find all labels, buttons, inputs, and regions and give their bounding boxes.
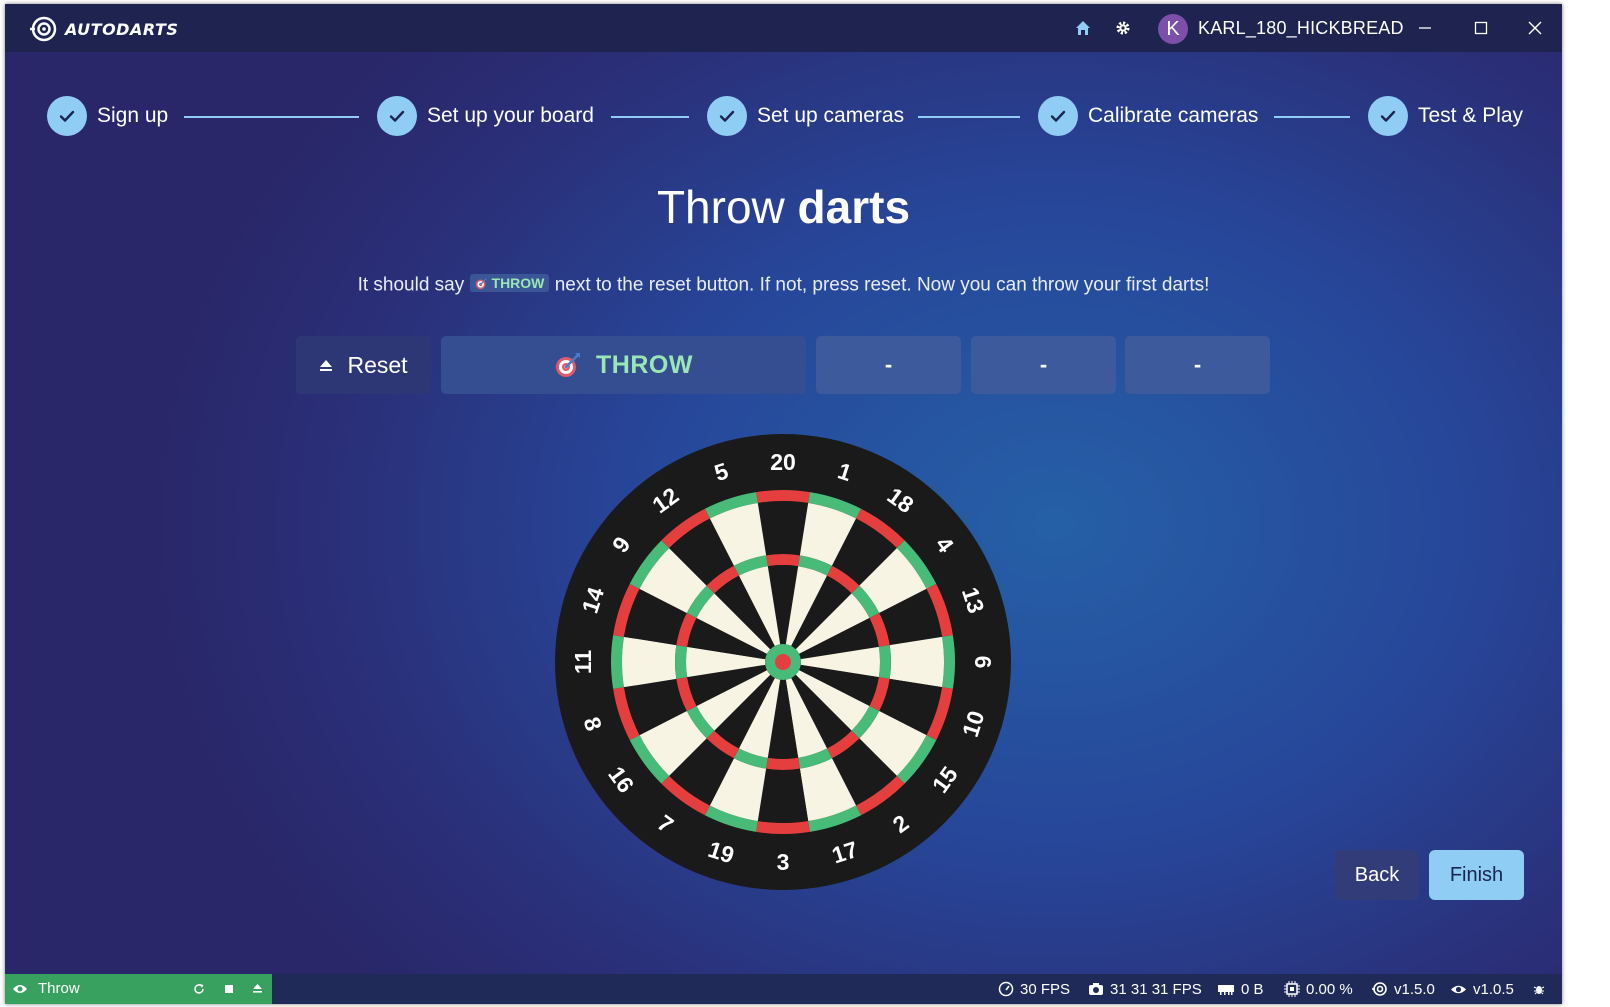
board-number: 3 xyxy=(777,849,790,875)
memory-indicator: 0 B xyxy=(1217,974,1264,1004)
vision-version: v1.0.5 xyxy=(1450,974,1514,1004)
instructions: It should say THROW next to the reset bu… xyxy=(5,274,1562,297)
eject-icon[interactable] xyxy=(252,983,263,994)
step-connector xyxy=(918,116,1020,118)
debug-button[interactable] xyxy=(1533,974,1545,1004)
vision-version-value: v1.0.5 xyxy=(1473,980,1514,998)
throw-status: THROW xyxy=(441,336,806,394)
setup-stepper: Sign up Set up your board Set up cameras… xyxy=(47,96,1527,136)
instructions-before: It should say xyxy=(357,274,470,296)
throw-chip: THROW xyxy=(469,274,550,292)
back-button[interactable]: Back xyxy=(1335,850,1419,900)
check-icon xyxy=(47,96,87,136)
triple-6[interactable] xyxy=(878,645,891,679)
bullseye[interactable] xyxy=(775,654,791,670)
dart-target-icon xyxy=(475,277,487,289)
step-test-play[interactable]: Test & Play xyxy=(1368,96,1523,136)
step-set-up-cameras[interactable]: Set up cameras xyxy=(707,96,904,136)
fps-indicator: 30 FPS xyxy=(998,974,1070,1004)
eye-icon xyxy=(1451,985,1466,993)
dart-slot-1[interactable]: - xyxy=(816,336,961,394)
reset-button[interactable]: Reset xyxy=(296,336,431,394)
maximize-button[interactable] xyxy=(1469,16,1493,40)
dart-slot-2[interactable]: - xyxy=(971,336,1116,394)
cpu-indicator: 0.00 % xyxy=(1284,974,1353,1004)
single-outer-6[interactable] xyxy=(889,636,944,688)
check-icon xyxy=(1368,96,1408,136)
stop-icon[interactable] xyxy=(224,984,234,994)
step-label: Set up cameras xyxy=(757,104,905,127)
close-icon xyxy=(1528,21,1542,35)
single-outer-11[interactable] xyxy=(622,636,677,688)
throw-chip-label: THROW xyxy=(491,275,545,291)
step-calibrate-cameras[interactable]: Calibrate cameras xyxy=(1038,96,1258,136)
speedometer-icon xyxy=(998,981,1014,997)
gear-icon xyxy=(1116,21,1130,35)
check-icon xyxy=(707,96,747,136)
reset-label: Reset xyxy=(347,351,408,378)
title-bar: AUTODARTS K KARL_180_HICKBREAD xyxy=(5,4,1562,52)
instructions-after: next to the reset button. If not, press … xyxy=(554,274,1210,296)
logo-text: AUTODARTS xyxy=(65,19,179,39)
camera-fps-value: 31 31 31 FPS xyxy=(1110,980,1202,998)
status-bar: Throw 30 FPS 31 31 31 FPS 0 B 0.00 % v1.… xyxy=(5,974,1562,1004)
board-number: 20 xyxy=(770,449,796,475)
step-connector xyxy=(184,116,359,118)
minimize-icon xyxy=(1419,27,1431,29)
avatar[interactable]: K xyxy=(1158,14,1188,44)
step-connector xyxy=(611,116,689,118)
step-sign-up[interactable]: Sign up xyxy=(47,96,168,136)
memory-value: 0 B xyxy=(1241,980,1264,998)
finish-button[interactable]: Finish xyxy=(1429,850,1524,900)
step-label: Calibrate cameras xyxy=(1088,104,1259,127)
check-icon xyxy=(1038,96,1078,136)
close-button[interactable] xyxy=(1523,16,1547,40)
autodarts-logo-icon xyxy=(1372,982,1387,996)
mode-indicator: Throw xyxy=(5,974,272,1004)
refresh-icon[interactable] xyxy=(193,983,205,995)
check-icon xyxy=(377,96,417,136)
throw-label: THROW xyxy=(596,350,693,379)
single-outer-3[interactable] xyxy=(757,768,809,823)
app-window: AUTODARTS K KARL_180_HICKBREAD Sign up S… xyxy=(5,4,1562,1004)
step-label: Test & Play xyxy=(1418,104,1524,127)
triple-20[interactable] xyxy=(766,554,800,567)
bug-icon xyxy=(1533,986,1545,995)
home-icon xyxy=(1076,21,1090,35)
triple-3[interactable] xyxy=(766,757,800,770)
eject-icon xyxy=(320,360,333,371)
camera-icon xyxy=(1089,983,1103,995)
step-set-up-board[interactable]: Set up your board xyxy=(377,96,594,136)
step-connector xyxy=(1274,116,1350,118)
dart-slot-3[interactable]: - xyxy=(1125,336,1270,394)
page-title-bold: darts xyxy=(797,181,911,233)
settings-button[interactable] xyxy=(1113,18,1133,38)
page-title: Throw darts xyxy=(5,180,1562,234)
eye-icon xyxy=(13,985,27,993)
board-number: 11 xyxy=(570,650,596,675)
memory-icon xyxy=(1218,985,1234,995)
home-button[interactable] xyxy=(1073,18,1093,38)
triple-11[interactable] xyxy=(675,645,688,679)
board-version-value: v1.5.0 xyxy=(1394,980,1435,998)
page-title-light: Throw xyxy=(656,181,798,233)
logo[interactable]: AUTODARTS xyxy=(29,14,178,44)
cpu-value: 0.00 % xyxy=(1306,980,1353,998)
board-version: v1.5.0 xyxy=(1372,974,1435,1004)
step-label: Set up your board xyxy=(427,104,594,127)
dart-target-icon xyxy=(556,353,581,377)
username[interactable]: KARL_180_HICKBREAD xyxy=(1198,18,1404,39)
maximize-icon xyxy=(1474,21,1488,35)
single-outer-20[interactable] xyxy=(757,501,809,556)
mode-label: Throw xyxy=(38,980,80,997)
camera-fps-indicator: 31 31 31 FPS xyxy=(1088,974,1202,1004)
board-number: 6 xyxy=(970,656,996,669)
dartboard[interactable]: 20 11841361015217319716811149125 xyxy=(553,432,1013,892)
autodarts-logo-icon xyxy=(30,16,57,42)
fps-value: 30 FPS xyxy=(1020,980,1071,998)
step-label: Sign up xyxy=(97,104,169,127)
minimize-button[interactable] xyxy=(1413,16,1437,40)
cpu-icon xyxy=(1284,981,1300,997)
